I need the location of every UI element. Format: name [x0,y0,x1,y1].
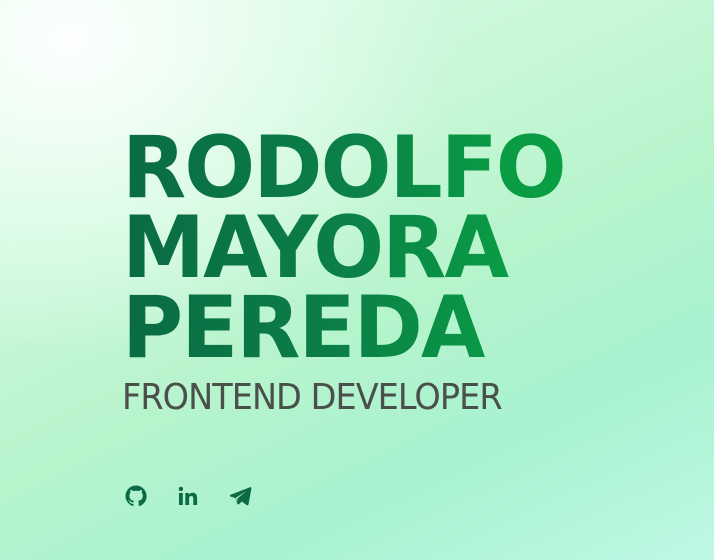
name-line-middle: MAYORA [122,205,665,291]
linkedin-icon [178,486,198,505]
github-icon [125,485,147,507]
name-line-last: PEREDA [122,285,665,371]
linkedin-link[interactable] [176,484,200,508]
hero-section: RODOLFO MAYORA PEREDA FRONTEND DEVELOPER [122,125,682,448]
telegram-link[interactable] [228,484,252,508]
name-line-first: RODOLFO [122,125,665,211]
job-title: FRONTEND DEVELOPER [122,377,503,418]
social-links [124,484,252,508]
developer-name: RODOLFO MAYORA PEREDA [122,125,682,371]
telegram-icon [229,487,252,506]
github-link[interactable] [124,484,148,508]
